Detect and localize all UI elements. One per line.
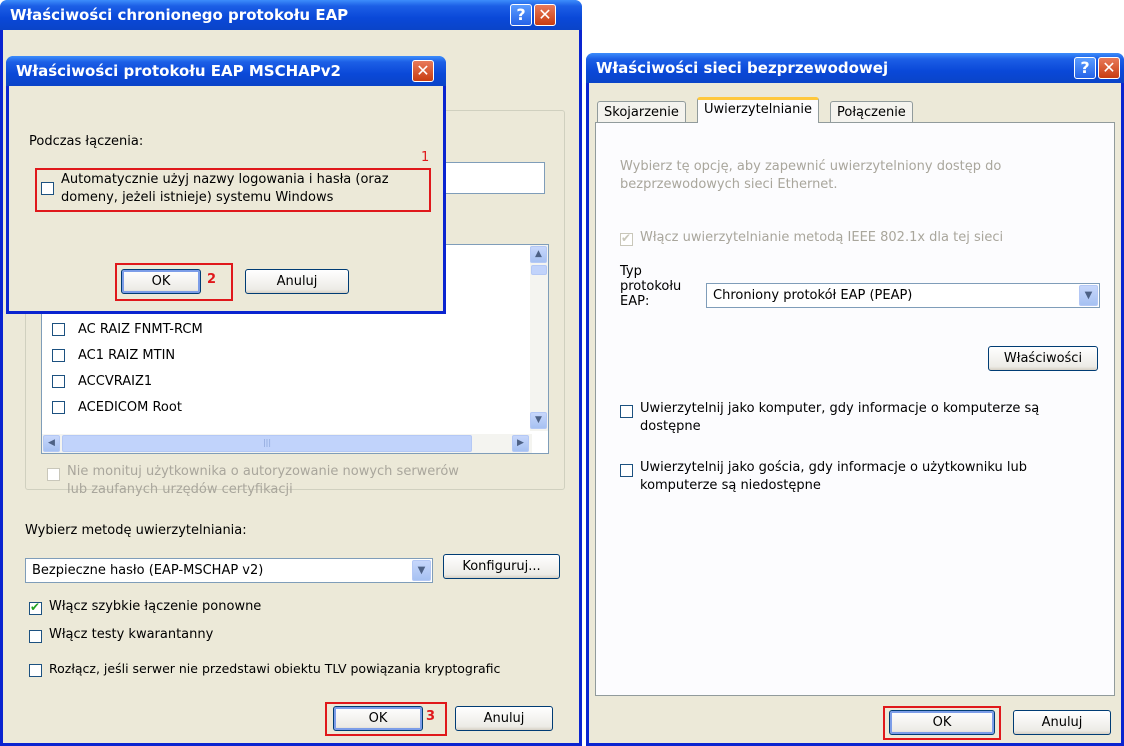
authentication-panel: Wybierz tę opcję, aby zapewnić uwierzyte… [595, 122, 1115, 696]
wireless-body: Skojarzenie Uwierzytelnianie Połączenie … [589, 83, 1121, 743]
auto-logon-label: Automatycznie użyj nazwy logowania i has… [61, 172, 389, 187]
mschap-window: Właściwości protokołu EAP MSCHAPv2 ✕ Pod… [6, 56, 446, 314]
chevron-down-icon[interactable]: ▼ [412, 560, 431, 581]
fast-reconnect-checkbox[interactable] [29, 600, 42, 615]
cancel-button[interactable]: Anuluj [1013, 710, 1111, 735]
quarantine-checkbox[interactable] [29, 630, 42, 643]
auth-method-select[interactable]: Bezpieczne hasło (EAP-MSCHAP v2) ▼ [25, 558, 433, 583]
info-text: Wybierz tę opcję, aby zapewnić uwierzyte… [620, 159, 1002, 174]
close-icon[interactable]: ✕ [534, 4, 556, 26]
auto-logon-checkbox[interactable] [41, 182, 54, 195]
scroll-up-icon[interactable]: ▲ [530, 246, 547, 263]
scroll-left-icon[interactable]: ◀ [43, 435, 60, 452]
annotation-2: 2 [207, 272, 217, 287]
vertical-scrollbar[interactable]: ▲ ▼ [530, 245, 548, 431]
eap-type-label-3: EAP: [620, 294, 650, 309]
configure-button[interactable]: Konfiguruj... [443, 554, 560, 579]
auto-logon-label-2: domeny, jeżeli istnieje) systemu Windows [61, 190, 334, 205]
help-icon[interactable]: ? [510, 4, 532, 26]
tab-connection[interactable]: Połączenie [830, 101, 913, 123]
auth-guest-label: Uwierzytelnij jako gościa, gdy informacj… [640, 460, 1028, 475]
cancel-button[interactable]: Anuluj [245, 269, 349, 294]
auth-guest-label-2: komputerze są niedostępne [640, 478, 821, 493]
no-prompt-label: Nie monituj użytkownika o autoryzowanie … [67, 464, 459, 479]
list-item-checkbox[interactable] [52, 323, 65, 336]
mschap-title: Właściwości protokołu EAP MSCHAPv2 [6, 56, 446, 86]
auth-computer-label-2: dostępne [640, 419, 701, 434]
list-item-checkbox[interactable] [52, 349, 65, 362]
disconnect-checkbox[interactable] [29, 664, 42, 677]
ieee-checkbox[interactable] [620, 231, 633, 246]
mschap-body: Podczas łączenia: 1 Automatycznie użyj n… [9, 86, 443, 311]
auth-method-label: Wybierz metodę uwierzytelniania: [25, 523, 247, 538]
fast-reconnect-label: Włącz szybkie łączenie ponowne [49, 599, 262, 614]
no-prompt-checkbox[interactable] [47, 468, 60, 481]
annotation-1: 1 [421, 150, 430, 165]
eap-type-select[interactable]: Chroniony protokół EAP (PEAP) ▼ [706, 283, 1100, 308]
servers-input[interactable] [443, 162, 545, 194]
annotation-3: 3 [426, 709, 436, 724]
disconnect-label: Rozłącz, jeśli serwer nie przedstawi obi… [49, 661, 501, 676]
auth-computer-label: Uwierzytelnij jako komputer, gdy informa… [640, 401, 1040, 416]
auth-guest-checkbox[interactable] [620, 464, 633, 477]
horizontal-scrollbar[interactable]: ◀ ||| ▶ [42, 434, 532, 453]
tab-authentication[interactable]: Uwierzytelnianie [697, 97, 819, 123]
eap-type-label: Typ [620, 264, 642, 279]
scroll-thumb[interactable] [531, 265, 547, 275]
info-text-2: bezprzewodowych sieci Ethernet. [620, 177, 838, 192]
chevron-down-icon[interactable]: ▼ [1079, 285, 1098, 306]
h-scroll-thumb[interactable]: ||| [62, 435, 472, 452]
eap-type-label-2: protokołu [620, 279, 682, 294]
no-prompt-label-2: lub zaufanych urzędów certyfikacji [67, 482, 293, 497]
close-icon[interactable]: ✕ [412, 60, 434, 82]
connecting-label: Podczas łączenia: [29, 134, 144, 149]
help-icon[interactable]: ? [1074, 57, 1096, 79]
wireless-title: Właściwości sieci bezprzewodowej [586, 53, 1124, 83]
ok-button[interactable]: OK [121, 269, 201, 294]
list-item-checkbox[interactable] [52, 401, 65, 414]
scroll-right-icon[interactable]: ▶ [512, 435, 529, 452]
ok-button[interactable]: OK [333, 706, 423, 731]
ieee-label: Włącz uwierzytelnianie metodą IEEE 802.1… [640, 230, 1004, 245]
wireless-properties-window: Właściwości sieci bezprzewodowej ? ✕ Sko… [586, 53, 1124, 746]
scroll-down-icon[interactable]: ▼ [530, 412, 547, 429]
cancel-button[interactable]: Anuluj [455, 706, 553, 731]
close-icon[interactable]: ✕ [1098, 57, 1120, 79]
peap-title: Właściwości chronionego protokołu EAP [0, 0, 582, 30]
properties-button[interactable]: Właściwości [988, 346, 1098, 371]
quarantine-label: Włącz testy kwarantanny [49, 627, 214, 642]
auth-computer-checkbox[interactable] [620, 405, 633, 418]
tab-association[interactable]: Skojarzenie [597, 101, 686, 123]
list-item-checkbox[interactable] [52, 375, 65, 388]
ok-button[interactable]: OK [889, 710, 995, 735]
